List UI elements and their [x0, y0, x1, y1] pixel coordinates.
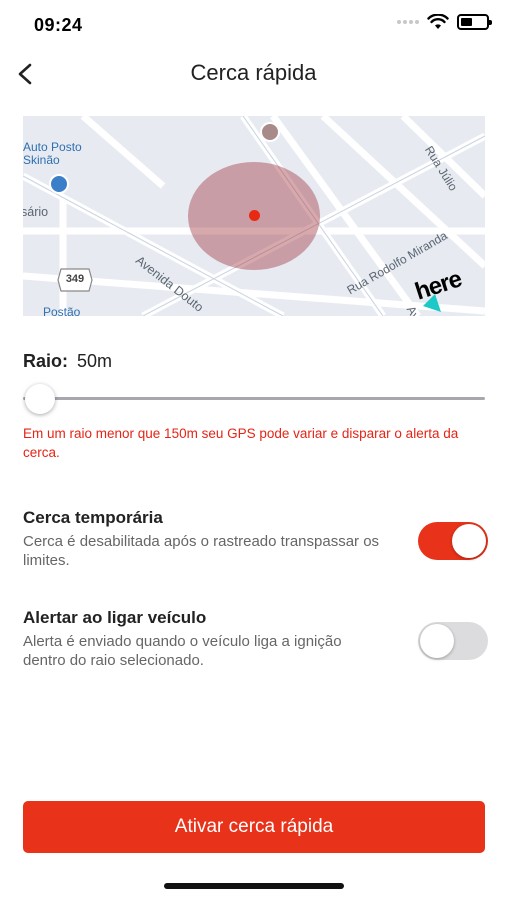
radius-label: Raio:	[23, 351, 68, 371]
home-indicator[interactable]	[164, 883, 344, 889]
setting-description: Alerta é enviado quando o veículo liga a…	[23, 633, 342, 669]
setting-description: Cerca é desabilitada após o rastreado tr…	[23, 533, 380, 569]
nav-bar: Cerca rápida	[0, 50, 507, 98]
map-label-postao: Postão	[43, 305, 81, 317]
fuel-station-icon[interactable]	[49, 174, 69, 194]
radius-slider[interactable]	[23, 383, 485, 414]
map-label-sario: sário	[23, 205, 49, 219]
map-label-posto: Auto Posto Skinão	[23, 140, 82, 167]
geofence-center-marker[interactable]	[249, 210, 260, 221]
status-time: 09:24	[34, 15, 83, 35]
radius-row: Raio: 50m	[23, 351, 112, 372]
setting-title: Alertar ao ligar veículo	[23, 608, 207, 627]
slider-track	[23, 397, 485, 400]
slider-thumb[interactable]	[25, 384, 55, 414]
status-icons	[397, 14, 492, 30]
radius-warning: Em um raio menor que 150m seu GPS pode v…	[23, 426, 459, 460]
route-shield-number: 349	[65, 273, 85, 285]
setting-title: Cerca temporária	[23, 508, 163, 527]
activate-fence-button[interactable]: Ativar cerca rápida	[23, 801, 485, 853]
route-shield-icon: 349	[57, 268, 93, 292]
signal-dots-icon	[397, 20, 419, 24]
building-icon[interactable]	[260, 122, 280, 142]
map-view[interactable]: Auto Posto Skinão sário Rua Júlio Avenid…	[23, 116, 485, 316]
toggle-knob	[420, 624, 454, 658]
radius-value: 50m	[77, 351, 113, 371]
wifi-icon	[427, 14, 449, 29]
toggle-knob	[452, 524, 486, 558]
temporary-fence-toggle[interactable]	[418, 522, 488, 560]
page-title: Cerca rápida	[190, 60, 317, 85]
battery-icon	[457, 14, 492, 30]
status-bar: 09:24	[0, 0, 507, 48]
ignition-alert-toggle[interactable]	[418, 622, 488, 660]
